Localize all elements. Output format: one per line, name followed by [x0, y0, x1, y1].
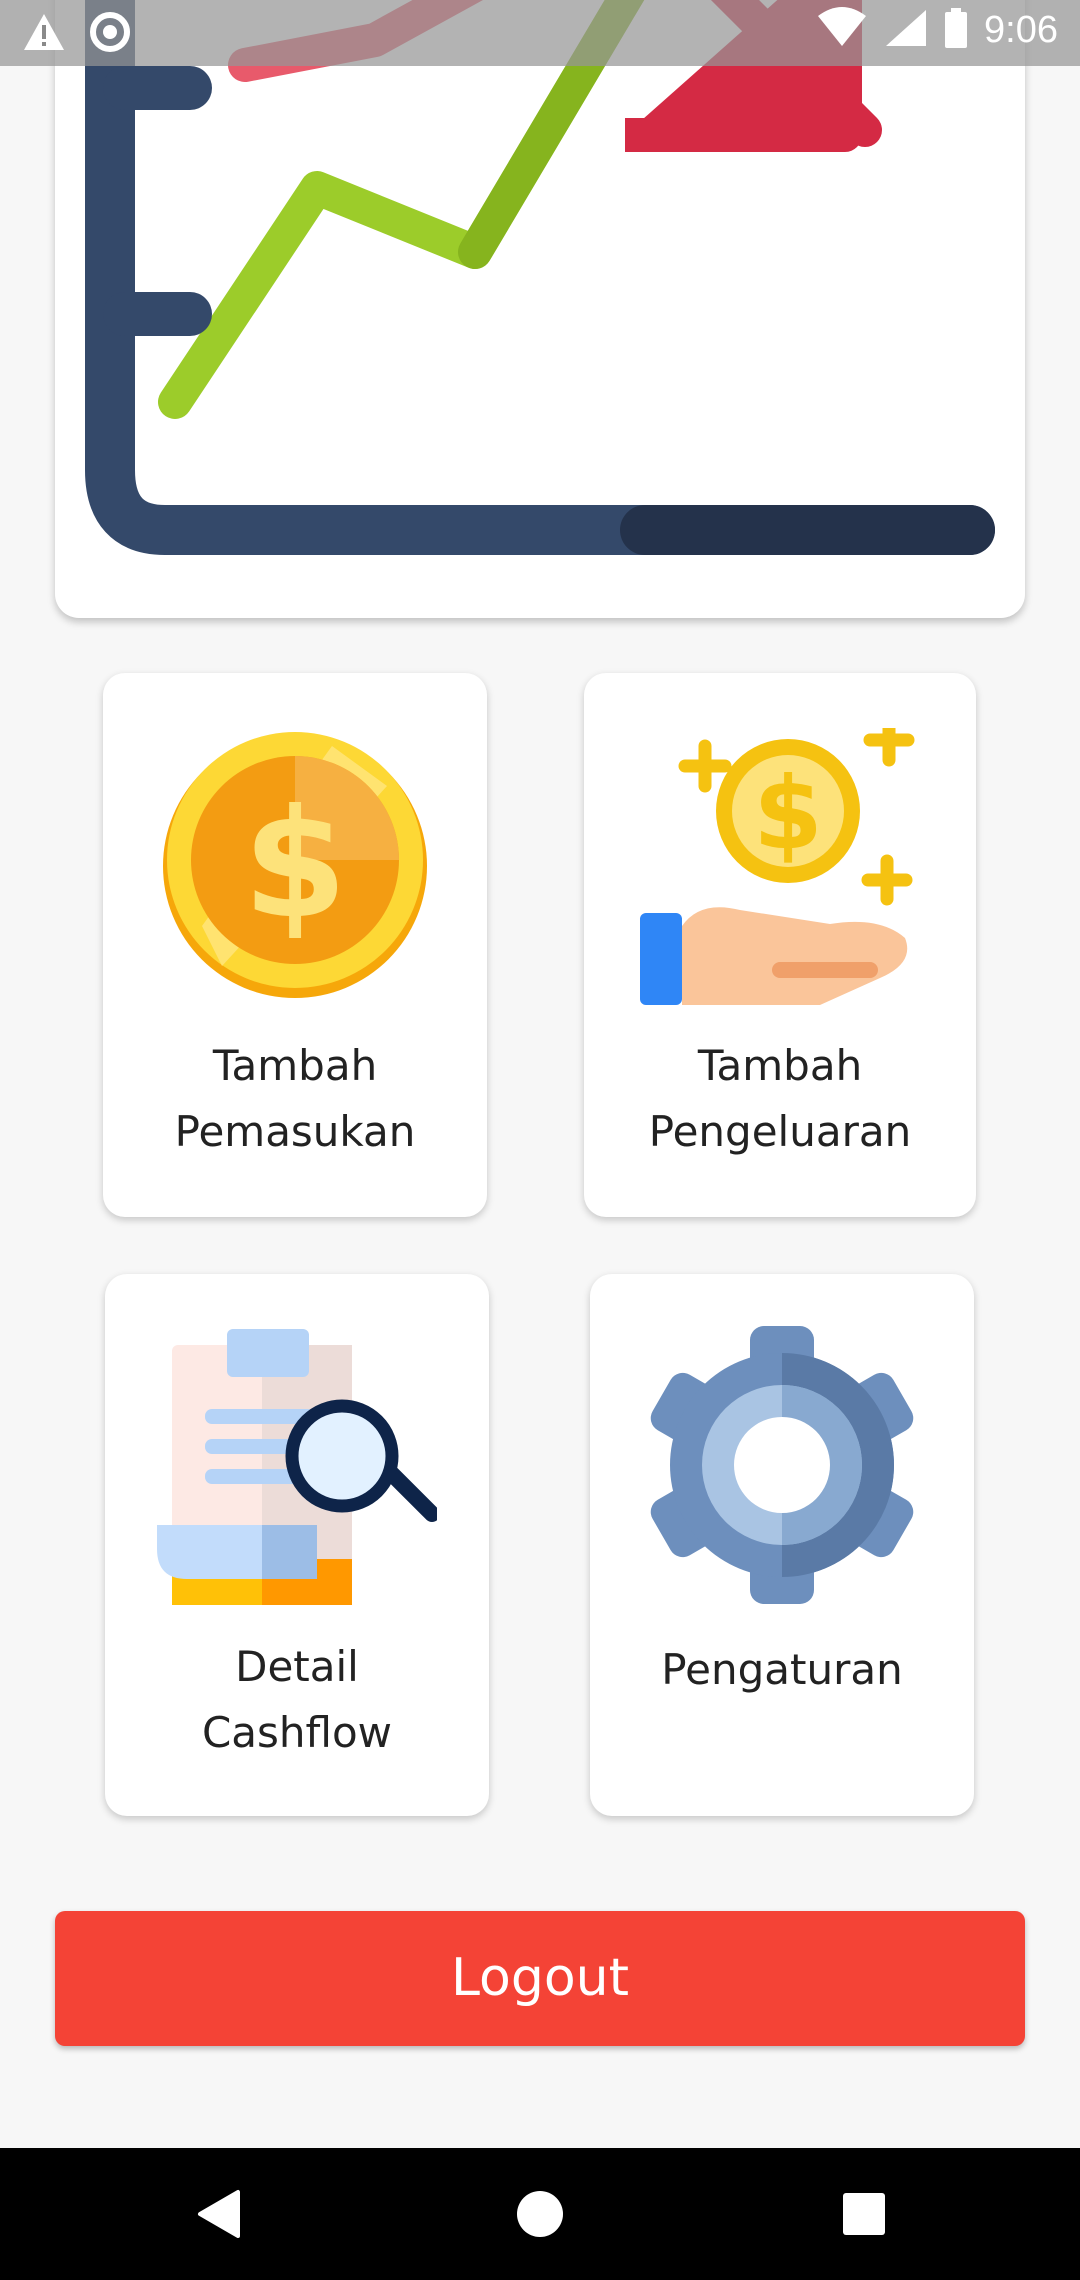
wifi-icon	[816, 6, 868, 54]
logout-button[interactable]: Logout	[55, 1911, 1025, 2046]
sync-circle-icon	[88, 10, 132, 58]
tile-label-line2: Cashflow	[201, 1708, 393, 1757]
gear-icon	[643, 1326, 921, 1608]
pengaturan-button[interactable]: Pengaturan	[590, 1274, 974, 1816]
svg-text:$: $	[753, 755, 823, 872]
recents-icon[interactable]	[836, 2186, 892, 2246]
tile-label-line1: Pengaturan	[661, 1645, 903, 1694]
warning-icon	[22, 10, 66, 58]
tambah-pemasukan-button[interactable]: $ Tambah Pemasukan	[103, 673, 487, 1217]
hand-coin-icon: $	[640, 715, 920, 1012]
status-time: 9:06	[984, 8, 1058, 51]
signal-icon	[882, 6, 928, 54]
status-bar: 9:06	[0, 0, 1080, 66]
navigation-bar	[0, 2148, 1080, 2280]
chart-trend-illustration	[55, 0, 1025, 618]
tile-label-line1: Detail	[235, 1642, 359, 1691]
tile-label-line1: Tambah	[212, 1041, 378, 1090]
back-icon[interactable]	[192, 2186, 248, 2246]
home-icon[interactable]	[512, 2186, 568, 2246]
svg-text:$: $	[243, 778, 347, 952]
tile-label-line2: Pengeluaran	[648, 1107, 912, 1156]
tambah-pengeluaran-button[interactable]: $ Tambah Pengeluaran	[584, 673, 976, 1217]
tile-label-line1: Tambah	[697, 1041, 863, 1090]
coin-icon: $	[162, 726, 428, 1010]
detail-cashflow-button[interactable]: Detail Cashflow	[105, 1274, 489, 1816]
battery-icon	[942, 6, 970, 54]
tile-label-line2: Pemasukan	[174, 1107, 416, 1156]
document-search-icon	[157, 1329, 440, 1609]
